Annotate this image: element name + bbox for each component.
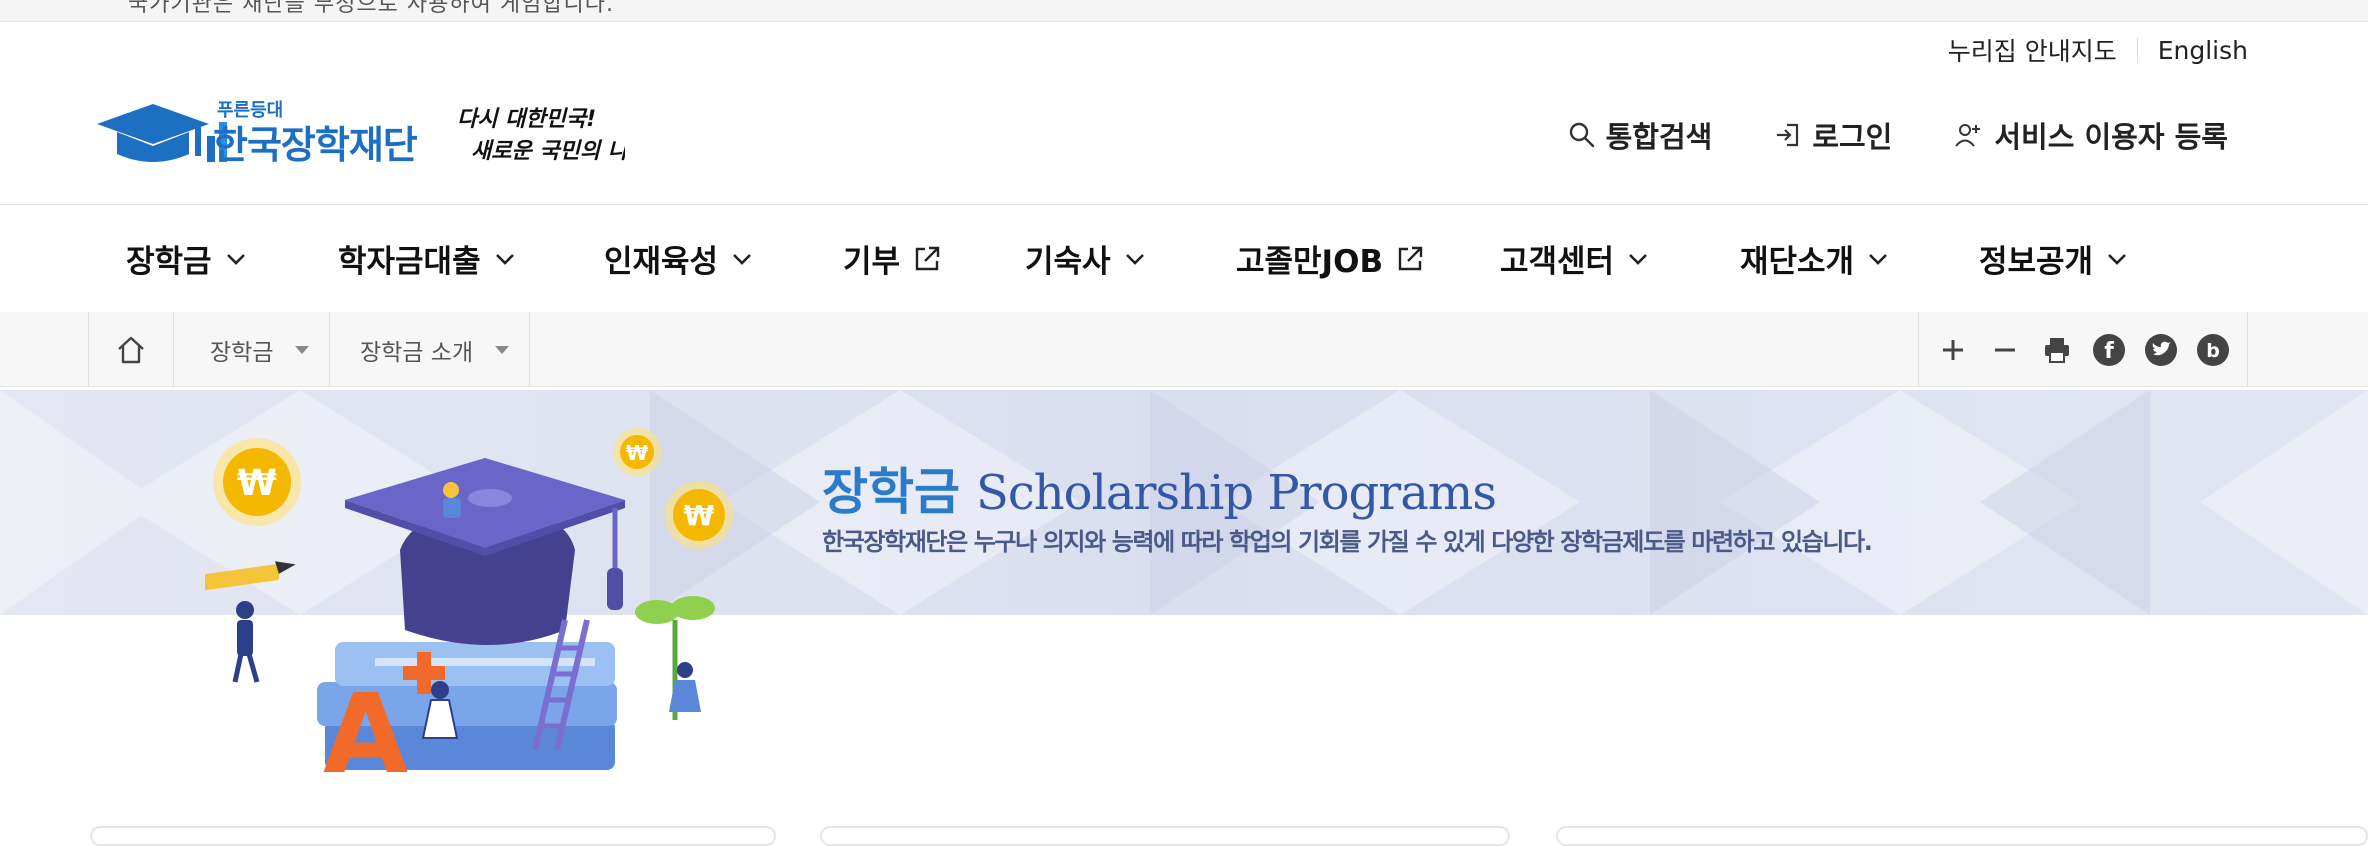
site-map-link[interactable]: 누리집 안내지도 [1948,32,2117,68]
svg-text:₩: ₩ [684,499,715,532]
content-card[interactable] [90,826,776,846]
print-icon [2045,337,2069,363]
chevron-down-icon [1125,253,1144,265]
chevron-down-icon [495,253,514,265]
service-register-button[interactable]: 서비스 이용자 등록 [1954,114,2228,156]
breadcrumb-level2[interactable]: 장학금 소개 [326,312,531,387]
gnb-label: 인재육성 [604,244,719,280]
login-button[interactable]: 로그인 [1774,114,1892,156]
site-logo[interactable]: 푸른등대 한국장학재단 다시 대한민국! 새로운 국민의 나라 [95,96,651,176]
gnb-label: 고객센터 [1500,244,1615,280]
minus-icon [1995,348,2015,351]
breadcrumb-label: 장학금 소개 [360,339,474,366]
login-icon [1777,123,1799,147]
search-label: 통합검색 [1605,120,1713,154]
external-link-icon [1398,246,1423,270]
twitter-icon [2145,333,2177,366]
gnb-label: 정보공개 [1979,244,2094,280]
scholarship-illustration: ₩ ₩ ₩ A [205,428,733,780]
svg-text:b: b [2206,340,2220,362]
svg-text:새로운 국민의 나라: 새로운 국민의 나라 [471,139,625,164]
breadcrumb-bar: 장학금 장학금 소개 f b [0,312,2368,387]
content-card[interactable] [820,826,1510,846]
plus-icon [1943,339,1963,360]
print-button[interactable] [2039,332,2075,368]
content-card[interactable] [1556,826,2368,846]
svg-text:A: A [323,670,408,780]
gnb-item-highschool-job[interactable]: 고졸만JOB [1236,205,1425,312]
svg-text:₩: ₩ [626,441,648,465]
gnb-label: 고졸만JOB [1236,244,1384,280]
chevron-down-icon [2108,253,2127,265]
gnb-label: 재단소개 [1740,244,1855,280]
gnb-label: 기부 [843,244,901,280]
chevron-down-icon [733,253,752,265]
gnb-item-donation[interactable]: 기부 [843,205,942,312]
svg-text:f: f [2104,339,2114,364]
banner-title-korean: 장학금 [822,463,960,521]
gnb-item-dormitory[interactable]: 기숙사 [1025,205,1147,312]
gnb-label: 장학금 [126,244,212,280]
blog-share-button[interactable]: b [2195,332,2231,368]
top-notice-strip: 국가기관은 재단을 부정으로 사용하여 게임합니다. [0,0,2368,22]
svg-text:다시 대한민국!: 다시 대한민국! [457,107,596,132]
integrated-search-button[interactable]: 통합검색 [1568,114,1713,156]
user-add-icon [1955,124,1981,147]
global-navigation: 장학금 학자금대출 인재육성 기부 기숙사 고졸만JOB 고객센터 재단소개 정… [0,205,2368,312]
facebook-share-button[interactable]: f [2091,332,2127,368]
twitter-share-button[interactable] [2143,332,2179,368]
gnb-label: 기숙사 [1025,244,1111,280]
gnb-label: 학자금대출 [338,244,481,280]
login-label: 로그인 [1812,120,1893,154]
utility-divider [2136,37,2138,63]
zoom-in-button[interactable] [1935,332,1971,368]
english-link[interactable]: English [2158,36,2248,65]
blog-icon: b [2197,333,2229,366]
breadcrumb-level1[interactable]: 장학금 [174,312,331,387]
search-icon [1569,122,1594,148]
top-notice-text: 국가기관은 재단을 부정으로 사용하여 게임합니다. [128,0,615,17]
zoom-out-button[interactable] [1987,332,2023,368]
gnb-item-customer-center[interactable]: 고객센터 [1500,205,1650,312]
home-icon [118,336,144,363]
gnb-item-scholarship[interactable]: 장학금 [126,205,248,312]
gnb-item-disclosure[interactable]: 정보공개 [1979,205,2129,312]
svg-text:푸른등대: 푸른등대 [217,100,283,121]
chevron-down-icon [1629,253,1648,265]
chevron-down-icon [1869,253,1888,265]
banner-subtitle: 한국장학재단은 누구나 의지와 능력에 따라 학업의 기회를 가질 수 있게 다… [822,528,1873,556]
register-label: 서비스 이용자 등록 [1994,120,2228,154]
gnb-item-about[interactable]: 재단소개 [1740,205,1890,312]
svg-text:한국장학재단: 한국장학재단 [213,123,418,167]
chevron-down-icon [226,253,245,265]
logo-graphic: 푸른등대 한국장학재단 다시 대한민국! 새로운 국민의 나라 [97,100,651,167]
banner-title-english: Scholarship Programs [976,465,1497,521]
external-link-icon [915,246,940,270]
header-actions: 통합검색 로그인 서비스 이용자 등록 [1568,114,2228,156]
gnb-item-talent[interactable]: 인재육성 [604,205,754,312]
gnb-item-student-loan[interactable]: 학자금대출 [338,205,517,312]
home-button[interactable] [88,312,174,387]
svg-text:₩: ₩ [237,463,277,504]
caret-down-icon [295,345,310,354]
banner-title: 장학금 Scholarship Programs [822,452,1497,524]
page-tools: f b [1918,312,2248,387]
facebook-icon: f [2093,333,2125,366]
caret-down-icon [495,345,510,354]
utility-links: 누리집 안내지도 English [1948,32,2248,68]
breadcrumb-label: 장학금 [210,339,274,366]
